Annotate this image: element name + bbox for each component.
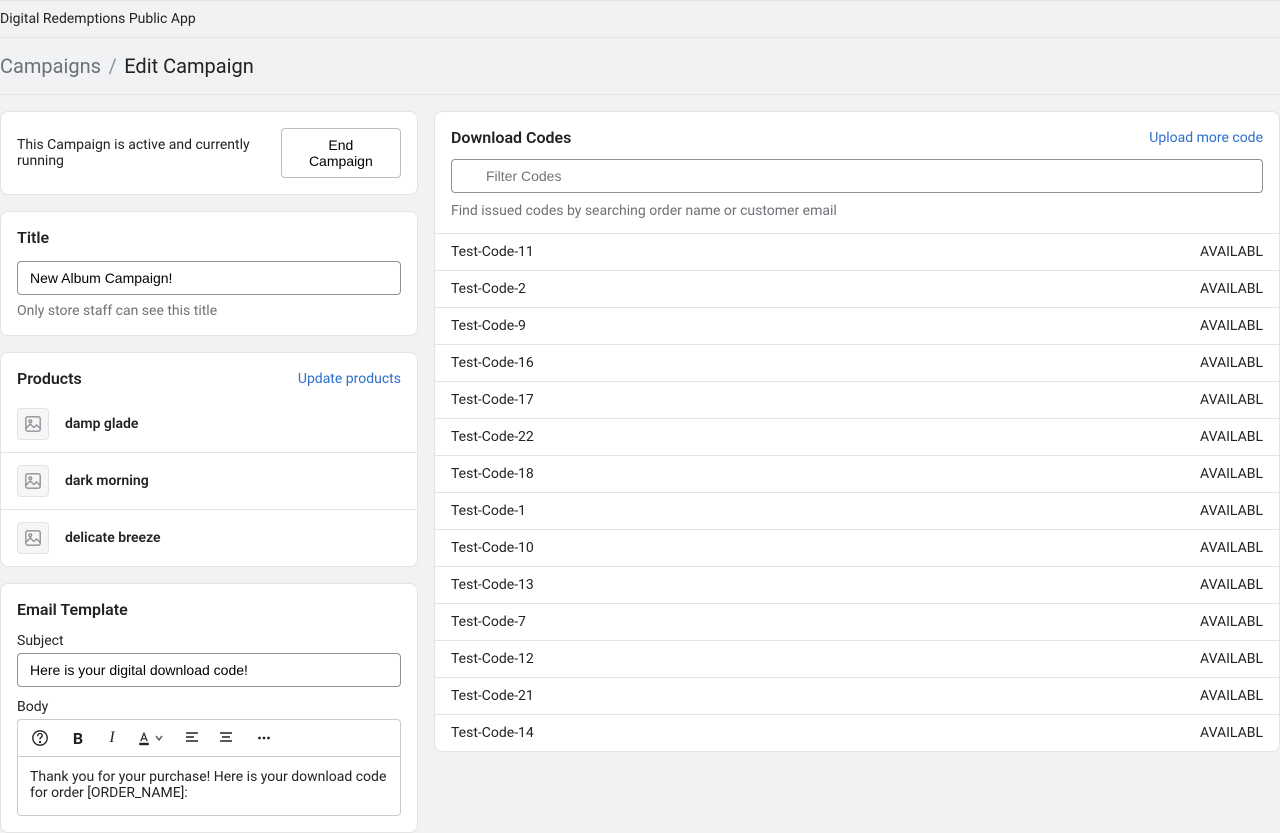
title-card: Title Only store staff can see this titl… — [0, 211, 418, 336]
codes-heading: Download Codes — [451, 128, 571, 147]
email-heading: Email Template — [17, 600, 401, 619]
update-products-link[interactable]: Update products — [298, 371, 401, 387]
code-value: Test-Code-13 — [451, 577, 534, 593]
product-name: dark morning — [65, 473, 149, 489]
code-row[interactable]: Test-Code-11 AVAILABL — [435, 233, 1279, 270]
status-text: This Campaign is active and currently ru… — [17, 137, 281, 169]
code-row[interactable]: Test-Code-22 AVAILABL — [435, 418, 1279, 455]
breadcrumb-current: Edit Campaign — [124, 54, 254, 78]
code-row[interactable]: Test-Code-17 AVAILABL — [435, 381, 1279, 418]
email-template-card: Email Template Subject Body B I — [0, 583, 418, 833]
filter-codes-input[interactable] — [451, 159, 1263, 193]
help-icon[interactable] — [30, 728, 50, 748]
code-row[interactable]: Test-Code-13 AVAILABL — [435, 566, 1279, 603]
product-name: damp glade — [65, 416, 138, 432]
code-status: AVAILABL — [1200, 577, 1263, 593]
title-helper: Only store staff can see this title — [17, 303, 401, 319]
code-row[interactable]: Test-Code-12 AVAILABL — [435, 640, 1279, 677]
code-row[interactable]: Test-Code-18 AVAILABL — [435, 455, 1279, 492]
code-row[interactable]: Test-Code-7 AVAILABL — [435, 603, 1279, 640]
subject-input[interactable] — [17, 653, 401, 687]
chevron-down-icon — [154, 733, 164, 743]
filter-helper: Find issued codes by searching order nam… — [435, 193, 1279, 233]
code-value: Test-Code-16 — [451, 355, 534, 371]
code-row[interactable]: Test-Code-21 AVAILABL — [435, 677, 1279, 714]
title-heading: Title — [17, 228, 401, 247]
product-row[interactable]: dark morning — [1, 452, 417, 509]
title-input[interactable] — [17, 261, 401, 295]
body-label: Body — [17, 699, 401, 715]
end-campaign-button[interactable]: End Campaign — [281, 128, 401, 178]
code-status: AVAILABL — [1200, 725, 1263, 741]
image-placeholder-icon — [17, 465, 49, 497]
download-codes-card: Download Codes Upload more code Find iss… — [434, 111, 1280, 752]
code-value: Test-Code-10 — [451, 540, 534, 556]
products-heading: Products — [17, 369, 82, 388]
products-card: Products Update products damp glade dark… — [0, 352, 418, 567]
product-name: delicate breeze — [65, 530, 161, 546]
code-value: Test-Code-7 — [451, 614, 526, 630]
code-row[interactable]: Test-Code-2 AVAILABL — [435, 270, 1279, 307]
code-status: AVAILABL — [1200, 540, 1263, 556]
breadcrumb-sep: / — [109, 54, 117, 78]
upload-more-codes-link[interactable]: Upload more code — [1149, 130, 1263, 146]
image-placeholder-icon — [17, 408, 49, 440]
code-value: Test-Code-12 — [451, 651, 534, 667]
breadcrumb: Campaigns / Edit Campaign — [0, 38, 1280, 95]
product-row[interactable]: damp glade — [1, 396, 417, 452]
code-row[interactable]: Test-Code-16 AVAILABL — [435, 344, 1279, 381]
bold-icon[interactable]: B — [68, 728, 88, 748]
align-center-icon[interactable] — [216, 728, 236, 748]
image-placeholder-icon — [17, 522, 49, 554]
code-row[interactable]: Test-Code-10 AVAILABL — [435, 529, 1279, 566]
app-name: Digital Redemptions Public App — [0, 11, 196, 27]
code-value: Test-Code-21 — [451, 688, 534, 704]
italic-icon[interactable]: I — [102, 728, 122, 748]
body-editor[interactable]: Thank you for your purchase! Here is you… — [17, 756, 401, 816]
subject-label: Subject — [17, 633, 401, 649]
code-status: AVAILABL — [1200, 244, 1263, 260]
code-status: AVAILABL — [1200, 688, 1263, 704]
code-row[interactable]: Test-Code-9 AVAILABL — [435, 307, 1279, 344]
code-value: Test-Code-22 — [451, 429, 534, 445]
product-row[interactable]: delicate breeze — [1, 509, 417, 566]
code-status: AVAILABL — [1200, 651, 1263, 667]
text-color-icon — [136, 730, 152, 746]
code-value: Test-Code-18 — [451, 466, 534, 482]
code-status: AVAILABL — [1200, 392, 1263, 408]
text-color-tool[interactable] — [136, 730, 164, 746]
code-status: AVAILABL — [1200, 355, 1263, 371]
status-card: This Campaign is active and currently ru… — [0, 111, 418, 195]
code-status: AVAILABL — [1200, 281, 1263, 297]
code-status: AVAILABL — [1200, 614, 1263, 630]
code-value: Test-Code-17 — [451, 392, 534, 408]
code-value: Test-Code-14 — [451, 725, 534, 741]
app-header: Digital Redemptions Public App — [0, 0, 1280, 38]
breadcrumb-parent[interactable]: Campaigns — [0, 54, 101, 78]
code-value: Test-Code-9 — [451, 318, 526, 334]
align-left-icon[interactable] — [182, 728, 202, 748]
code-status: AVAILABL — [1200, 466, 1263, 482]
editor-toolbar: B I — [17, 719, 401, 756]
code-value: Test-Code-1 — [451, 503, 526, 519]
code-value: Test-Code-11 — [451, 244, 534, 260]
code-status: AVAILABL — [1200, 503, 1263, 519]
more-icon[interactable] — [254, 728, 274, 748]
code-status: AVAILABL — [1200, 429, 1263, 445]
code-status: AVAILABL — [1200, 318, 1263, 334]
code-row[interactable]: Test-Code-1 AVAILABL — [435, 492, 1279, 529]
code-value: Test-Code-2 — [451, 281, 526, 297]
